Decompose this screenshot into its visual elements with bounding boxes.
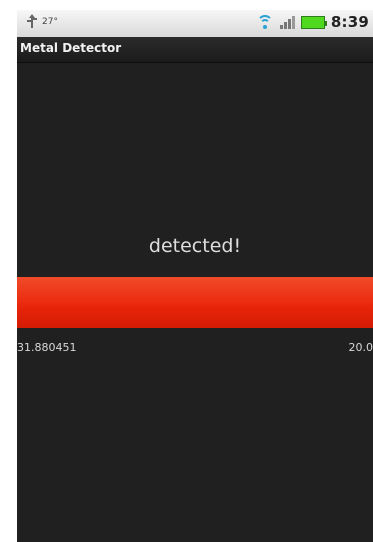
detector-meter-bar bbox=[17, 277, 373, 328]
detection-status-text: detected! bbox=[148, 235, 242, 257]
status-bar-right: 8:39 bbox=[256, 13, 369, 31]
app-title-bar: Metal Detector bbox=[17, 37, 373, 63]
status-clock: 8:39 bbox=[330, 13, 369, 31]
signal-icon bbox=[279, 15, 295, 29]
status-bar: 27° 8:39 bbox=[17, 10, 373, 37]
detector-meter-fill bbox=[17, 277, 373, 328]
wifi-icon bbox=[256, 15, 274, 29]
usb-icon bbox=[27, 14, 37, 30]
threshold-reading: 20.0 bbox=[348, 341, 373, 354]
battery-icon bbox=[300, 15, 327, 29]
temperature-text: 27° bbox=[42, 17, 58, 27]
current-reading: 31.880451 bbox=[17, 341, 77, 354]
phone-screen: 27° 8:39 Metal Detector detected! 31.880… bbox=[17, 10, 373, 542]
app-title: Metal Detector bbox=[20, 41, 122, 55]
status-bar-left: 27° bbox=[27, 14, 58, 30]
